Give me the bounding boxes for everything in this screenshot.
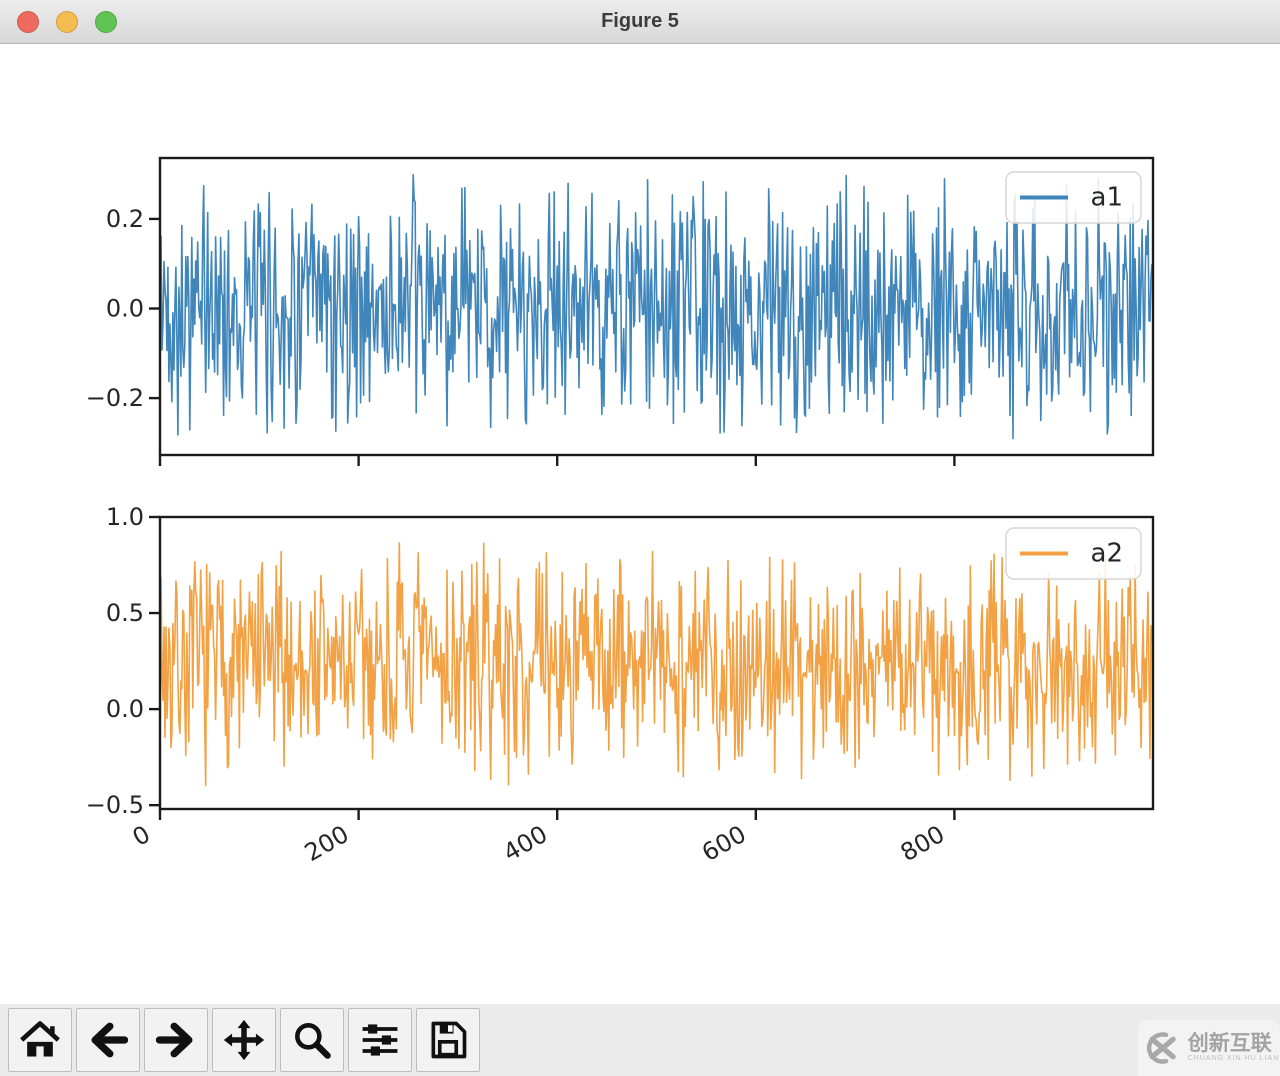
y-tick-label: −0.5	[86, 791, 144, 819]
watermark-subtext: CHUANG XIN HU LIAN	[1187, 1055, 1280, 1063]
x-tick-label: 600	[697, 820, 751, 867]
floppy-icon	[431, 1021, 467, 1059]
window-controls	[17, 0, 117, 44]
subplot-a1: 0.2 0.0 −0.2 a1	[86, 156, 1155, 466]
cx-logo-icon	[1146, 1032, 1176, 1064]
zoom-to-rect-button[interactable]	[280, 1008, 344, 1072]
subplot-a2: 1.0 0.5 0.0 −0.50 200 400 600 800 a2	[86, 503, 1155, 867]
configure-subplots-button[interactable]	[348, 1008, 412, 1072]
y-tick-label: −0.2	[86, 384, 144, 412]
save-button[interactable]	[416, 1008, 480, 1072]
navigation-toolbar	[0, 1004, 1280, 1076]
forward-button[interactable]	[144, 1008, 208, 1072]
zoom-button[interactable]	[95, 11, 117, 33]
window-title: Figure 5	[601, 10, 679, 32]
figure-window: Figure 5 0.2 0.0 −0.2 a1 1.0 0.5 0.0 −0.5 0 200 40…	[0, 0, 1280, 1076]
y-tick-label: 0.5	[106, 599, 144, 627]
x-tick-label: 0	[128, 820, 155, 852]
x-tick-label: 800	[896, 820, 950, 867]
magnifier-icon	[295, 1023, 331, 1059]
minimize-button[interactable]	[56, 11, 78, 33]
titlebar: Figure 5	[0, 0, 1280, 44]
y-tick-label: 0.0	[106, 295, 144, 323]
home-icon	[20, 1021, 60, 1057]
back-button[interactable]	[76, 1008, 140, 1072]
move-icon	[223, 1019, 265, 1061]
y-tick-label: 1.0	[106, 503, 144, 531]
watermark: 创新互联 CHUANG XIN HU LIAN	[1138, 1020, 1280, 1076]
arrow-left-icon	[91, 1022, 129, 1058]
pan-button[interactable]	[212, 1008, 276, 1072]
sliders-icon	[362, 1024, 398, 1056]
y-tick-label: 0.0	[106, 695, 144, 723]
legend-label: a2	[1091, 539, 1123, 569]
legend-a2: a2	[1005, 527, 1142, 580]
y-tick-label: 0.2	[106, 205, 144, 233]
x-tick-label: 200	[300, 820, 354, 867]
watermark-brand: 创新互联	[1187, 1032, 1272, 1056]
arrow-right-icon	[155, 1022, 193, 1058]
plot-area-a2[interactable]	[160, 517, 1153, 809]
figure-canvas[interactable]: 0.2 0.0 −0.2 a1 1.0 0.5 0.0 −0.50 200 400 600 800 a2	[0, 44, 1280, 1004]
legend-label: a1	[1091, 183, 1123, 213]
legend-a1: a1	[1005, 171, 1142, 224]
close-button[interactable]	[17, 11, 39, 33]
x-tick-label: 400	[499, 820, 553, 867]
home-button[interactable]	[8, 1008, 72, 1072]
